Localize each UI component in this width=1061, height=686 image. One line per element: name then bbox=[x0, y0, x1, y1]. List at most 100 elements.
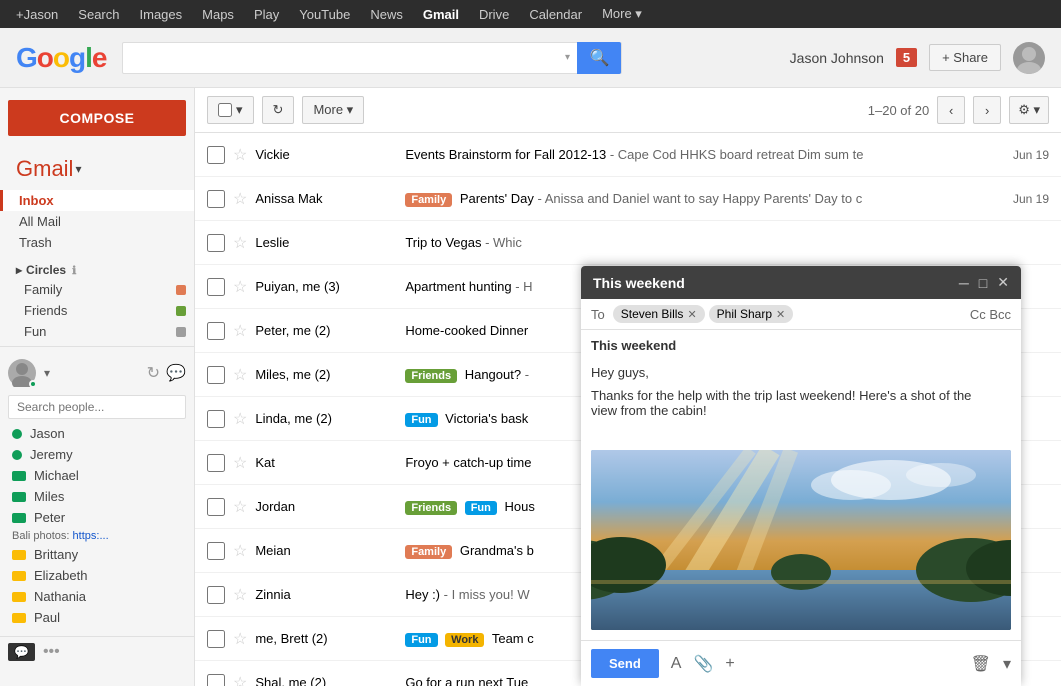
label-family[interactable]: Family bbox=[405, 193, 452, 207]
sidebar-item-trash[interactable]: Trash bbox=[0, 232, 194, 253]
email-row[interactable]: ☆ Leslie Trip to Vegas - Whic bbox=[195, 221, 1061, 265]
refresh-button[interactable]: ↻ bbox=[262, 96, 295, 124]
font-icon[interactable]: A bbox=[671, 655, 682, 673]
email-checkbox[interactable] bbox=[207, 454, 225, 472]
topbar-drive[interactable]: Drive bbox=[471, 5, 517, 24]
topbar-play[interactable]: Play bbox=[246, 5, 287, 24]
email-checkbox[interactable] bbox=[207, 674, 225, 686]
expand-icon[interactable]: □ bbox=[979, 275, 987, 291]
email-checkbox[interactable] bbox=[207, 630, 225, 648]
compose-body[interactable]: This weekend Hey guys, Thanks for the he… bbox=[581, 330, 1021, 450]
cc-bcc[interactable]: Cc Bcc bbox=[970, 307, 1011, 322]
contact-jason[interactable]: Jason bbox=[8, 423, 186, 444]
label-fun[interactable]: Fun bbox=[465, 501, 497, 515]
label-friends[interactable]: Friends bbox=[405, 369, 457, 383]
email-checkbox[interactable] bbox=[207, 366, 225, 384]
checkbox-arrow[interactable]: ▾ bbox=[236, 102, 243, 118]
chat-toggle[interactable]: 💬 bbox=[8, 643, 35, 661]
email-checkbox[interactable] bbox=[207, 586, 225, 604]
star-icon[interactable]: ☆ bbox=[233, 365, 247, 385]
circle-fun[interactable]: Fun bbox=[0, 321, 194, 342]
star-icon[interactable]: ☆ bbox=[233, 673, 247, 686]
search-people-input[interactable] bbox=[8, 395, 186, 419]
star-icon[interactable]: ☆ bbox=[233, 233, 247, 253]
contact-nathania[interactable]: Nathania bbox=[8, 586, 186, 607]
circles-heading[interactable]: ▸ Circles ℹ bbox=[0, 257, 194, 279]
avatar[interactable] bbox=[1013, 42, 1045, 74]
to-input[interactable] bbox=[797, 307, 966, 322]
email-row[interactable]: ☆ Anissa Mak Family Parents' Day - Aniss… bbox=[195, 177, 1061, 221]
select-all-checkbox[interactable] bbox=[218, 103, 232, 117]
star-icon[interactable]: ☆ bbox=[233, 321, 247, 341]
minimize-icon[interactable]: ─ bbox=[959, 275, 969, 291]
search-dropdown-icon[interactable]: ▾ bbox=[557, 52, 577, 63]
star-icon[interactable]: ☆ bbox=[233, 453, 247, 473]
star-icon[interactable]: ☆ bbox=[233, 189, 247, 209]
compose-button[interactable]: COMPOSE bbox=[8, 100, 186, 136]
email-row[interactable]: ☆ Vickie Events Brainstorm for Fall 2012… bbox=[195, 133, 1061, 177]
email-checkbox[interactable] bbox=[207, 146, 225, 164]
contact-michael[interactable]: Michael bbox=[8, 465, 186, 486]
delete-icon[interactable]: 🗑 bbox=[971, 654, 991, 674]
contact-brittany[interactable]: Brittany bbox=[8, 544, 186, 565]
email-checkbox[interactable] bbox=[207, 322, 225, 340]
prev-page-button[interactable]: ‹ bbox=[937, 96, 965, 124]
chat-bubble-icon[interactable]: 💬 bbox=[166, 363, 186, 383]
topbar-images[interactable]: Images bbox=[132, 5, 191, 24]
remove-recipient-phil[interactable]: ✕ bbox=[776, 308, 785, 321]
contact-jeremy[interactable]: Jeremy bbox=[8, 444, 186, 465]
star-icon[interactable]: ☆ bbox=[233, 541, 247, 561]
search-button[interactable]: 🔍 bbox=[577, 42, 621, 74]
checkbox-dropdown[interactable]: ▾ bbox=[207, 96, 254, 124]
contact-elizabeth[interactable]: Elizabeth bbox=[8, 565, 186, 586]
star-icon[interactable]: ☆ bbox=[233, 145, 247, 165]
email-checkbox[interactable] bbox=[207, 278, 225, 296]
email-checkbox[interactable] bbox=[207, 542, 225, 560]
contact-paul[interactable]: Paul bbox=[8, 607, 186, 628]
circle-family[interactable]: Family bbox=[0, 279, 194, 300]
topbar-youtube[interactable]: YouTube bbox=[291, 5, 358, 24]
send-button[interactable]: Send bbox=[591, 649, 659, 678]
topbar-maps[interactable]: Maps bbox=[194, 5, 242, 24]
contact-miles[interactable]: Miles bbox=[8, 486, 186, 507]
topbar-plus-jason[interactable]: +Jason bbox=[8, 5, 66, 24]
bali-photos-link[interactable]: https:... bbox=[73, 530, 109, 542]
star-icon[interactable]: ☆ bbox=[233, 277, 247, 297]
email-checkbox[interactable] bbox=[207, 498, 225, 516]
label-friends[interactable]: Friends bbox=[405, 501, 457, 515]
label-fun[interactable]: Fun bbox=[405, 413, 437, 427]
more-options-icon[interactable]: ▾ bbox=[1003, 654, 1011, 674]
gmail-dropdown[interactable]: ▾ bbox=[75, 162, 81, 176]
add-icon[interactable]: + bbox=[725, 655, 734, 673]
chat-dropdown[interactable]: ▾ bbox=[44, 366, 50, 380]
star-icon[interactable]: ☆ bbox=[233, 497, 247, 517]
share-button[interactable]: + Share bbox=[929, 44, 1001, 71]
email-checkbox[interactable] bbox=[207, 410, 225, 428]
chat-refresh-icon[interactable]: ↻ bbox=[147, 363, 160, 383]
label-fun[interactable]: Fun bbox=[405, 633, 437, 647]
topbar-more[interactable]: More ▾ bbox=[594, 4, 650, 24]
contact-peter[interactable]: Peter bbox=[8, 507, 186, 528]
email-checkbox[interactable] bbox=[207, 234, 225, 252]
close-icon[interactable]: ✕ bbox=[997, 274, 1009, 291]
topbar-gmail[interactable]: Gmail bbox=[415, 5, 467, 24]
remove-recipient-steven[interactable]: ✕ bbox=[687, 308, 696, 321]
chat-more-icon[interactable]: ••• bbox=[43, 643, 60, 661]
star-icon[interactable]: ☆ bbox=[233, 585, 247, 605]
star-icon[interactable]: ☆ bbox=[233, 409, 247, 429]
search-input[interactable] bbox=[123, 50, 557, 66]
settings-button[interactable]: ⚙ ▾ bbox=[1009, 96, 1049, 124]
email-checkbox[interactable] bbox=[207, 190, 225, 208]
circle-friends[interactable]: Friends bbox=[0, 300, 194, 321]
sidebar-item-inbox[interactable]: Inbox bbox=[0, 190, 194, 211]
topbar-news[interactable]: News bbox=[362, 5, 411, 24]
star-icon[interactable]: ☆ bbox=[233, 629, 247, 649]
label-work[interactable]: Work bbox=[445, 633, 484, 647]
topbar-calendar[interactable]: Calendar bbox=[521, 5, 590, 24]
more-actions-button[interactable]: More ▾ bbox=[302, 96, 364, 124]
next-page-button[interactable]: › bbox=[973, 96, 1001, 124]
attachment-icon[interactable]: 📎 bbox=[693, 654, 713, 674]
compose-header[interactable]: This weekend ─ □ ✕ bbox=[581, 266, 1021, 299]
sidebar-item-allmail[interactable]: All Mail bbox=[0, 211, 194, 232]
label-family[interactable]: Family bbox=[405, 545, 452, 559]
